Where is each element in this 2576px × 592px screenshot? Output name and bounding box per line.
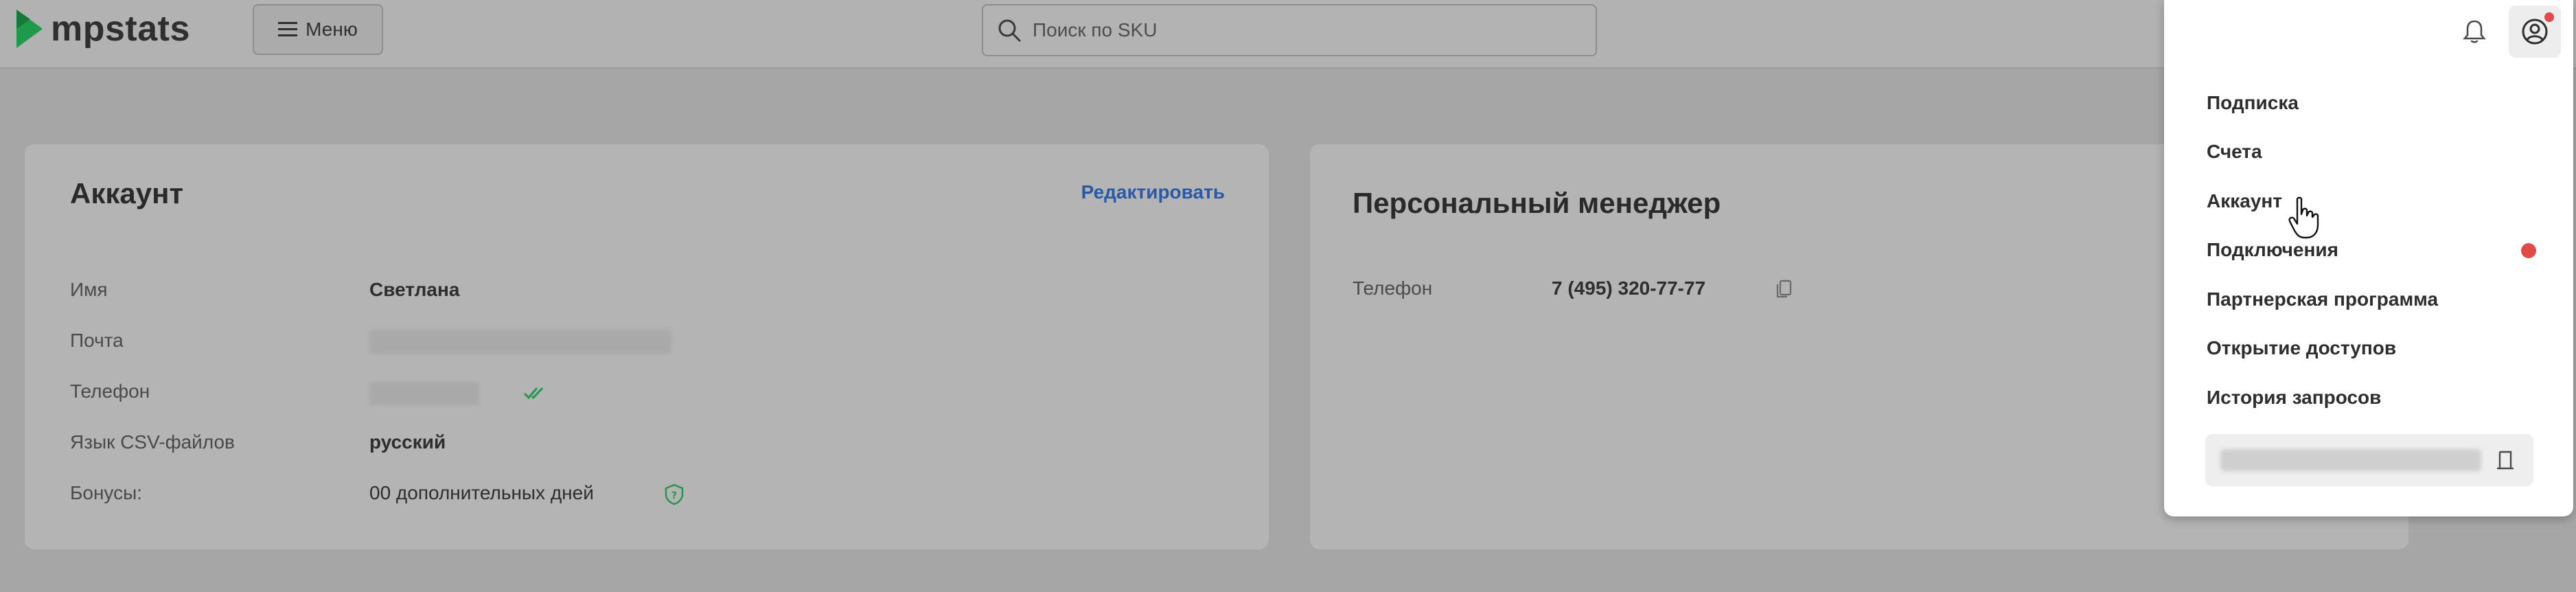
dropdown-user-email: [2205, 434, 2533, 486]
mpstats-logo-icon: [16, 10, 43, 48]
search-box[interactable]: [982, 4, 1597, 56]
dropdown-item-invoices[interactable]: Счета: [2207, 141, 2262, 163]
name-value: Светлана: [369, 279, 460, 300]
phone-value-blurred: [369, 382, 479, 405]
account-card: Аккаунт Редактировать Имя Светлана Почта…: [25, 144, 1269, 549]
menu-button[interactable]: Меню: [253, 4, 383, 55]
search-icon: [998, 19, 1021, 42]
email-value-blurred: [369, 330, 671, 354]
dropdown-item-access-sharing[interactable]: Открытие доступов: [2207, 337, 2396, 359]
profile-notification-dot: [2544, 12, 2554, 22]
connections-badge: [2521, 243, 2536, 258]
dropdown-item-account[interactable]: Аккаунт: [2207, 190, 2282, 212]
hand-cursor-icon: [2288, 196, 2319, 239]
menu-button-label: Меню: [306, 19, 358, 40]
name-label: Имя: [70, 279, 108, 300]
notifications-button[interactable]: [2455, 14, 2494, 49]
email-blurred: [2220, 449, 2481, 471]
edit-account-link[interactable]: Редактировать: [1081, 181, 1225, 203]
manager-title: Персональный менеджер: [1353, 187, 1721, 219]
search-input[interactable]: [1031, 19, 1569, 42]
svg-text:?: ?: [671, 490, 677, 501]
logo-text: mpstats: [51, 9, 190, 49]
dropdown-item-connections[interactable]: Подключения: [2207, 239, 2338, 261]
manager-phone-label: Телефон: [1353, 277, 1433, 299]
double-check-icon: [523, 387, 544, 400]
dropdown-header: [2164, 0, 2573, 63]
phone-label: Телефон: [70, 380, 150, 402]
shield-question-icon[interactable]: ?: [665, 483, 684, 505]
hamburger-icon: [278, 22, 298, 37]
logout-icon[interactable]: [2495, 449, 2516, 471]
dropdown-item-partner-program[interactable]: Партнерская программа: [2207, 288, 2438, 310]
account-title: Аккаунт: [70, 177, 184, 209]
manager-phone-value: 7 (495) 320-77-77: [1552, 277, 1706, 299]
bell-icon: [2463, 20, 2486, 43]
dropdown-item-subscription[interactable]: Подписка: [2207, 92, 2299, 114]
user-circle-icon: [2522, 19, 2548, 45]
profile-dropdown: Подписка Счета Аккаунт Подключения Партн…: [2164, 0, 2573, 516]
bonuses-value: 00 дополнительных дней: [369, 482, 594, 503]
dropdown-item-request-history[interactable]: История запросов: [2207, 387, 2381, 409]
copy-icon[interactable]: [1775, 279, 1793, 299]
logo[interactable]: mpstats: [15, 8, 190, 49]
csv-language-value: русский: [369, 431, 446, 453]
csv-language-label: Язык CSV-файлов: [70, 431, 235, 453]
profile-button[interactable]: [2509, 5, 2561, 58]
email-label: Почта: [70, 330, 124, 351]
bonuses-label: Бонусы:: [70, 482, 142, 503]
